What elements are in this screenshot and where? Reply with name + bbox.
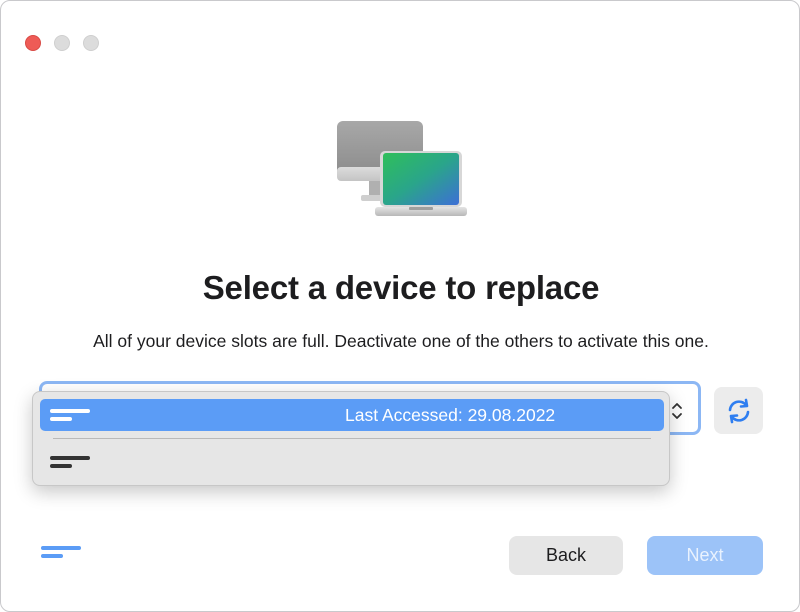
minimize-window-button[interactable] bbox=[54, 35, 70, 51]
chevron-up-down-icon[interactable] bbox=[669, 400, 685, 422]
device-name-placeholder-icon bbox=[50, 456, 90, 472]
device-option-selected[interactable]: Last Accessed: 29.08.2022 bbox=[40, 399, 664, 431]
next-button[interactable]: Next bbox=[647, 536, 763, 575]
dialog-window: Select a device to replace All of your d… bbox=[0, 0, 800, 612]
page-title: Select a device to replace bbox=[202, 269, 600, 306]
device-dropdown-menu: Last Accessed: 29.08.2022 bbox=[32, 391, 670, 486]
close-window-button[interactable] bbox=[25, 35, 41, 51]
app-logo-lines-icon bbox=[41, 546, 81, 562]
refresh-icon bbox=[728, 398, 750, 424]
device-option[interactable] bbox=[40, 447, 664, 479]
back-button[interactable]: Back bbox=[509, 536, 623, 575]
zoom-window-button[interactable] bbox=[83, 35, 99, 51]
menu-separator bbox=[53, 438, 651, 439]
refresh-button[interactable] bbox=[714, 387, 763, 434]
page-subtitle: All of your device slots are full. Deact… bbox=[93, 331, 709, 351]
computer-and-laptop-icon bbox=[331, 119, 471, 225]
device-name-placeholder-icon bbox=[50, 409, 90, 425]
device-option-label: Last Accessed: 29.08.2022 bbox=[345, 405, 556, 425]
